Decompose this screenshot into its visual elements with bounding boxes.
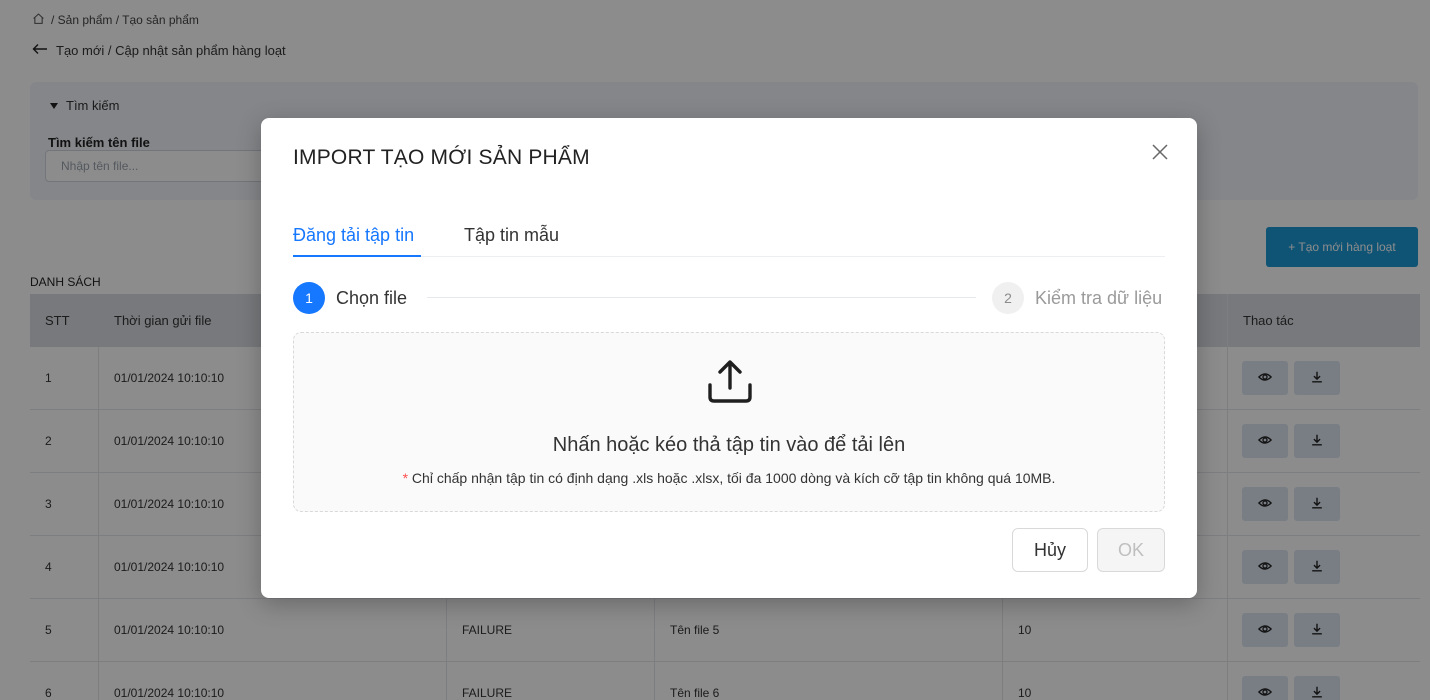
close-icon <box>1152 143 1168 160</box>
steps: 1 Chọn file 2 Kiểm tra dữ liệu <box>293 282 1165 314</box>
step-2-label: Kiểm tra dữ liệu <box>1035 288 1163 308</box>
step-1-label: Chọn file <box>336 288 408 308</box>
step-1-number: 1 <box>293 282 325 314</box>
cancel-button[interactable]: Hủy <box>1012 528 1088 572</box>
import-modal: IMPORT TẠO MỚI SẢN PHẨM Đăng tải tập tin… <box>261 118 1197 598</box>
modal-title: IMPORT TẠO MỚI SẢN PHẨM <box>293 146 590 169</box>
dropzone-text: Nhấn hoặc kéo thả tập tin vào để tải lên <box>552 434 906 456</box>
step-connector <box>427 297 976 298</box>
tab-template[interactable]: Tập tin mẫu <box>464 214 559 257</box>
tab-upload[interactable]: Đăng tải tập tin <box>293 214 414 257</box>
modal-tabs: Đăng tải tập tin Tập tin mẫu <box>293 214 1165 257</box>
ok-button[interactable]: OK <box>1097 528 1165 572</box>
dropzone-hint: * Chỉ chấp nhận tập tin có định dạng .xl… <box>294 470 1164 486</box>
tab-active-indicator <box>293 255 421 257</box>
step-2-number: 2 <box>992 282 1024 314</box>
upload-icon <box>708 360 752 403</box>
dropzone-hint-text: Chỉ chấp nhận tập tin có định dạng .xls … <box>408 470 1056 486</box>
close-button[interactable] <box>1149 142 1171 164</box>
upload-dropzone[interactable]: Nhấn hoặc kéo thả tập tin vào để tải lên… <box>293 332 1165 512</box>
